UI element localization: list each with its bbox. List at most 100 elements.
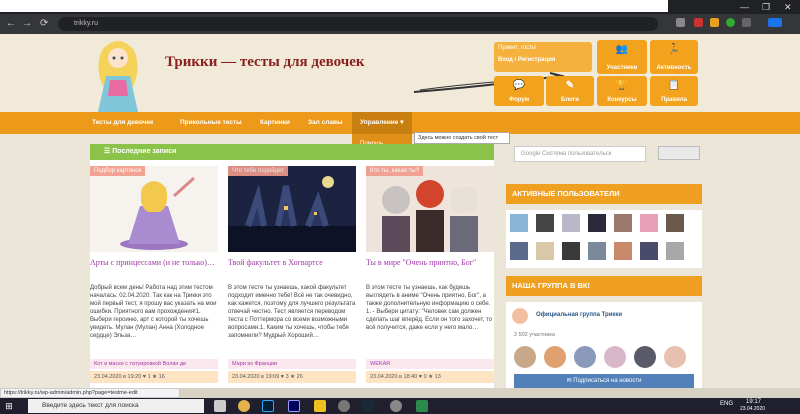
- group-members-count: 2 502 участника: [514, 332, 555, 338]
- category-tag[interactable]: Подбор картинок: [90, 166, 146, 176]
- extension-icon[interactable]: [710, 18, 719, 27]
- login-box[interactable]: Привет, гость! Вход / Регистрация: [494, 42, 592, 72]
- clock-date[interactable]: 23.04.2020: [740, 406, 765, 412]
- avatar[interactable]: [562, 242, 580, 260]
- post-card[interactable]: Подбор картинок Арты с принцессами (и не…: [90, 166, 218, 388]
- contests-icon: 🏆: [615, 80, 629, 91]
- member-avatar[interactable]: [574, 346, 596, 368]
- login-link[interactable]: Вход / Регистрация: [498, 57, 588, 63]
- windows-start-icon[interactable]: ⊞: [2, 400, 16, 412]
- minimize-button[interactable]: —: [740, 2, 749, 12]
- site-title[interactable]: Трикки — тесты для девочек: [165, 54, 365, 71]
- tab-strip: [0, 0, 668, 12]
- section-title: ☰ Последние записи: [90, 144, 494, 160]
- avatar[interactable]: [588, 214, 606, 232]
- maximize-button[interactable]: ❐: [762, 2, 770, 13]
- menu-management[interactable]: Управление ▾: [352, 112, 412, 134]
- subscribe-button[interactable]: ✉ Подписаться на новости: [514, 374, 694, 388]
- participants-button[interactable]: 👥 Участники: [597, 40, 647, 74]
- clock-time[interactable]: 19:17: [746, 399, 761, 405]
- avatar[interactable]: [536, 214, 554, 232]
- group-avatar[interactable]: [512, 308, 528, 324]
- group-name[interactable]: Официальная группа Трикки: [536, 312, 622, 318]
- rules-button[interactable]: 📋 Правила: [650, 76, 698, 106]
- post-title[interactable]: Арты с принцессами (и не только)…: [90, 258, 218, 268]
- post-meta: 23.04.2020 в 19:09 ♥ 3 ★ 26: [228, 371, 356, 383]
- menu-funny-tests[interactable]: Прикольные тесты: [180, 112, 242, 134]
- latest-posts: ☰ Последние записи Подбор картинок Арты …: [90, 144, 494, 388]
- sidebar: Google Система пользовательск АКТИВНЫЕ П…: [506, 144, 702, 388]
- app-icon[interactable]: [416, 400, 428, 412]
- avatar[interactable]: [562, 214, 580, 232]
- chevron-down-icon: ▾: [400, 119, 404, 126]
- taskview-icon[interactable]: [214, 400, 226, 412]
- activity-icon: 🏃: [667, 44, 681, 55]
- greeting-text: Привет, гость!: [498, 45, 537, 51]
- post-excerpt: В этом тесте ты узнаешь, как будешь выгл…: [366, 285, 492, 331]
- activity-button[interactable]: 🏃 Активность: [650, 40, 698, 74]
- avatar[interactable]: [510, 242, 528, 260]
- photoshop-icon[interactable]: [262, 400, 274, 412]
- post-excerpt: В этом тесте ты узнаешь, какой факультет…: [228, 285, 356, 339]
- language-indicator[interactable]: ENG: [720, 401, 733, 407]
- bookmark-star-icon[interactable]: [676, 18, 685, 27]
- post-author[interactable]: WEKAR: [366, 359, 494, 369]
- mascot-logo[interactable]: [88, 36, 148, 112]
- extension-icon[interactable]: [742, 18, 751, 27]
- post-title[interactable]: Твой факультет в Хогвартсе: [228, 258, 356, 268]
- avatar[interactable]: [510, 214, 528, 232]
- menu-hall-of-fame[interactable]: Зал славы: [308, 112, 343, 134]
- address-bar[interactable]: trikky.ru: [58, 17, 658, 31]
- menu-pictures[interactable]: Картинки: [260, 112, 290, 134]
- member-avatar[interactable]: [514, 346, 536, 368]
- post-author[interactable]: Кот в маске с татуировкой Волан де: [90, 359, 218, 369]
- active-users-grid: [506, 210, 702, 268]
- app-icon[interactable]: [338, 400, 350, 412]
- category-tag[interactable]: Кто ты, какая ты?: [366, 166, 424, 176]
- audition-icon[interactable]: [288, 400, 300, 412]
- member-avatar[interactable]: [604, 346, 626, 368]
- post-image[interactable]: [366, 166, 494, 252]
- back-icon[interactable]: ←: [6, 17, 16, 31]
- profile-icon[interactable]: [768, 18, 782, 27]
- member-avatar[interactable]: [634, 346, 656, 368]
- avatar[interactable]: [640, 242, 658, 260]
- chrome-icon[interactable]: [238, 400, 250, 412]
- users-icon: 👥: [615, 44, 629, 55]
- category-tag[interactable]: Что тебе подойдет: [228, 166, 289, 176]
- file-explorer-icon[interactable]: [314, 400, 326, 412]
- browser-chrome: — ❐ ✕ ← → ⟳ trikky.ru: [0, 0, 800, 34]
- list-icon: ☰: [104, 148, 113, 155]
- menu-tests-for-girls[interactable]: Тесты для девочек: [92, 112, 153, 134]
- post-card[interactable]: Что тебе подойдет Твой факультет в Хогва…: [228, 166, 356, 388]
- post-card[interactable]: Кто ты, какая ты? Ты в мире "Очень прият…: [366, 166, 494, 388]
- avatar[interactable]: [640, 214, 658, 232]
- app-icon[interactable]: [390, 400, 402, 412]
- extension-icon[interactable]: [726, 18, 735, 27]
- blogs-button[interactable]: ✎ Блоги: [546, 76, 594, 106]
- reload-icon[interactable]: ⟳: [40, 17, 48, 31]
- avatar[interactable]: [614, 242, 632, 260]
- post-image[interactable]: [90, 166, 218, 252]
- rules-icon: 📋: [667, 80, 681, 91]
- member-avatar[interactable]: [664, 346, 686, 368]
- steam-icon[interactable]: [362, 400, 374, 412]
- member-avatar[interactable]: [544, 346, 566, 368]
- forward-icon[interactable]: →: [22, 17, 32, 31]
- extension-icon[interactable]: [694, 18, 703, 27]
- avatar[interactable]: [666, 242, 684, 260]
- post-title[interactable]: Ты в мире "Очень приятно, Бог": [366, 258, 494, 268]
- post-author[interactable]: Мари из Франции: [228, 359, 356, 369]
- search-button[interactable]: [658, 146, 700, 160]
- close-button[interactable]: ✕: [784, 2, 792, 13]
- search-input[interactable]: Google Система пользовательск: [514, 146, 646, 162]
- forum-button[interactable]: 💬 Форум: [494, 76, 544, 106]
- taskbar-search-input[interactable]: Введите здесь текст для поиска: [28, 399, 204, 413]
- post-meta: 23.04.2020 в 18:40 ♥ 0 ★ 13: [366, 371, 494, 383]
- contests-button[interactable]: 🏆 Конкурсы: [597, 76, 647, 106]
- avatar[interactable]: [536, 242, 554, 260]
- avatar[interactable]: [666, 214, 684, 232]
- post-image[interactable]: [228, 166, 356, 252]
- avatar[interactable]: [614, 214, 632, 232]
- avatar[interactable]: [588, 242, 606, 260]
